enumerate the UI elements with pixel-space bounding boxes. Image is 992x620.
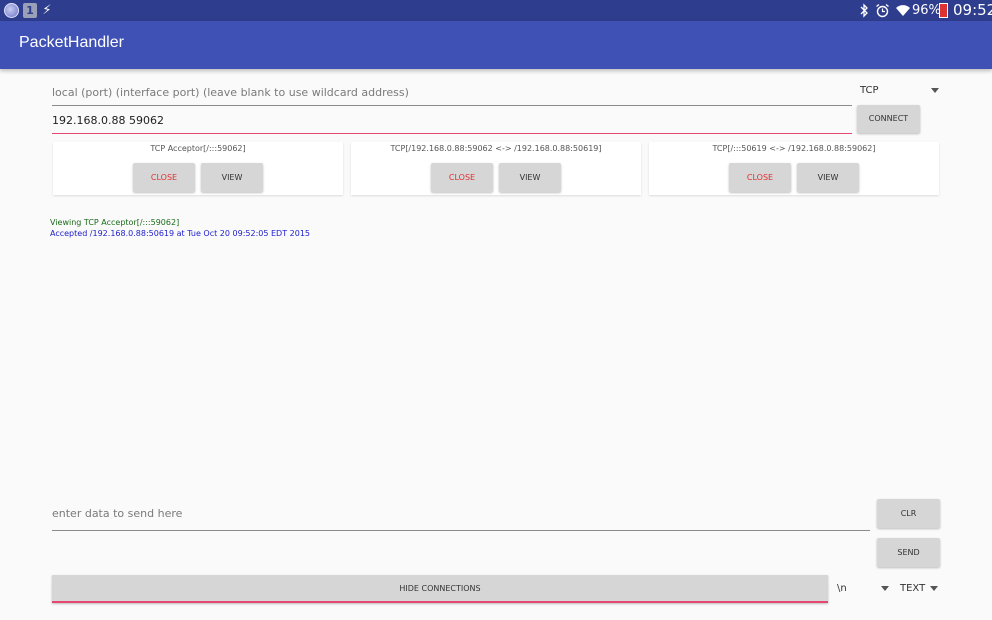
line-ending-value: \n	[837, 583, 847, 594]
clock-time: 09:52	[953, 1, 992, 19]
bluetooth-icon	[858, 3, 870, 18]
battery-icon	[939, 3, 948, 18]
one-icon: 1	[23, 3, 37, 18]
log-output: Viewing TCP Acceptor[/:::59062] Accepted…	[50, 217, 750, 239]
clear-button[interactable]: CLR	[877, 499, 940, 528]
app-title: PacketHandler	[19, 34, 124, 51]
dropdown-arrow-icon	[931, 88, 939, 93]
format-dropdown[interactable]: TEXT	[900, 583, 942, 597]
dropdown-arrow-icon	[930, 586, 938, 591]
connection-title: TCP[/192.168.0.88:59062 <-> /192.168.0.8…	[390, 144, 602, 153]
view-connection-button[interactable]: VIEW	[797, 163, 859, 192]
address-input[interactable]: 192.168.0.88 59062	[52, 110, 852, 134]
planet-icon	[4, 3, 19, 18]
wifi-icon	[895, 3, 911, 18]
status-bar: 1 ⚡ 96% 09:52	[0, 0, 992, 21]
send-data-input[interactable]: enter data to send here	[52, 503, 870, 531]
view-connection-button[interactable]: VIEW	[201, 163, 263, 192]
send-data-placeholder: enter data to send here	[52, 507, 183, 520]
connect-button[interactable]: CONNECT	[857, 105, 920, 133]
local-port-placeholder: local (port) (interface port) (leave bla…	[52, 86, 409, 99]
connection-title: TCP Acceptor[/:::59062]	[150, 144, 246, 153]
connection-card: TCP[/192.168.0.88:59062 <-> /192.168.0.8…	[351, 142, 641, 195]
bolt-icon: ⚡	[42, 3, 52, 18]
connection-title: TCP[/:::50619 <-> /192.168.0.88:59062]	[712, 144, 876, 153]
view-connection-button[interactable]: VIEW	[499, 163, 561, 192]
connection-card: TCP Acceptor[/:::59062] CLOSE VIEW	[53, 142, 343, 195]
battery-percent: 96%	[912, 3, 941, 18]
close-connection-button[interactable]: CLOSE	[133, 163, 195, 192]
protocol-value: TCP	[860, 85, 879, 96]
send-button[interactable]: SEND	[877, 538, 940, 567]
dropdown-arrow-icon	[881, 586, 889, 591]
address-value: 192.168.0.88 59062	[52, 114, 164, 127]
protocol-dropdown[interactable]: TCP	[860, 85, 940, 99]
log-line: Viewing TCP Acceptor[/:::59062]	[50, 218, 180, 227]
connection-card: TCP[/:::50619 <-> /192.168.0.88:59062] C…	[649, 142, 939, 195]
close-connection-button[interactable]: CLOSE	[431, 163, 493, 192]
close-connection-button[interactable]: CLOSE	[729, 163, 791, 192]
alarm-icon	[875, 3, 890, 18]
app-bar: PacketHandler	[0, 21, 992, 69]
hide-connections-button[interactable]: HIDE CONNECTIONS	[52, 575, 828, 603]
local-port-input[interactable]: local (port) (interface port) (leave bla…	[52, 82, 852, 106]
format-value: TEXT	[900, 583, 926, 594]
line-ending-dropdown[interactable]: \n	[837, 583, 891, 597]
log-line: Accepted /192.168.0.88:50619 at Tue Oct …	[50, 229, 310, 238]
